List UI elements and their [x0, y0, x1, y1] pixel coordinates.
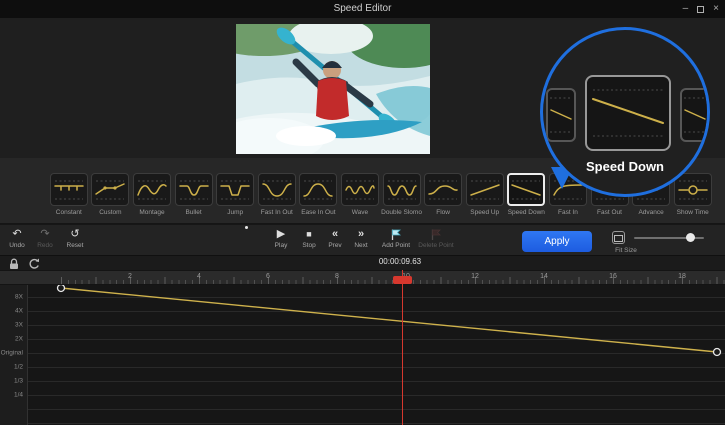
preset-speed-up[interactable]: Speed Up — [464, 173, 506, 216]
redo-button[interactable]: ↷ Redo — [32, 228, 58, 249]
preset-label: Jump — [227, 209, 243, 216]
preview-image — [236, 24, 430, 154]
next-icon: » — [358, 228, 364, 241]
play-icon: ▶ — [277, 228, 285, 241]
curve-end-point[interactable] — [714, 349, 721, 356]
curve-wave-icon — [343, 177, 377, 203]
undo-button[interactable]: ↶ Undo — [4, 228, 30, 249]
preset-label: Bullet — [185, 209, 201, 216]
preset-label: Custom — [99, 209, 121, 216]
curve-flow-icon — [426, 177, 460, 203]
curve-constant-icon — [52, 177, 86, 203]
curve-speed-down-icon — [509, 177, 543, 203]
playhead-line[interactable] — [402, 270, 403, 425]
preset-custom[interactable]: Custom — [90, 173, 132, 216]
delete-point-button[interactable]: Delete Point — [414, 228, 458, 249]
next-button[interactable]: » Next — [348, 228, 374, 249]
add-point-flag-icon — [390, 228, 402, 241]
ruler-tick: 8 — [335, 273, 339, 280]
close-icon[interactable]: × — [713, 0, 719, 18]
ruler-tick: 6 — [266, 273, 270, 280]
preset-label: Fast In — [558, 209, 578, 216]
reset-button[interactable]: ↺ Reset — [60, 228, 90, 249]
preset-label: Wave — [352, 209, 368, 216]
ruler-tick: 4 — [197, 273, 201, 280]
stop-button[interactable]: ■ Stop — [296, 228, 322, 249]
minimize-icon[interactable]: – — [683, 0, 689, 18]
ruler-tick: 2 — [128, 273, 132, 280]
curve-thumb-icon — [548, 90, 574, 140]
curve-double-slomo-icon — [385, 177, 419, 203]
callout-label: Speed Down — [543, 159, 707, 174]
window-title: Speed Editor — [334, 3, 392, 14]
preset-ease-in-out[interactable]: Ease In Out — [298, 173, 340, 216]
preset-label: Flow — [436, 209, 450, 216]
playhead-handle[interactable] — [393, 276, 412, 284]
curve-speed-down-large-icon — [587, 77, 669, 149]
preset-fast-in-out[interactable]: Fast In Out — [256, 173, 298, 216]
speed-curve[interactable] — [0, 285, 725, 425]
curve-custom-icon — [93, 177, 127, 203]
curve-show-time-icon — [676, 177, 710, 203]
preset-jump[interactable]: Jump — [214, 173, 256, 216]
preset-show-time[interactable]: Show Time — [672, 173, 714, 216]
stop-icon: ■ — [306, 228, 311, 241]
preset-speed-down[interactable]: Speed Down — [506, 173, 548, 216]
fit-size-icon[interactable] — [612, 231, 625, 244]
prev-button[interactable]: « Prev — [322, 228, 348, 249]
fit-size-label: Fit Size — [598, 247, 654, 254]
callout-thumb-left — [546, 88, 576, 142]
preset-label: Speed Up — [470, 209, 499, 216]
prev-icon: « — [332, 228, 338, 241]
preset-label: Advance — [638, 209, 663, 216]
undo-icon: ↶ — [12, 228, 21, 241]
redo-icon: ↷ — [40, 228, 49, 241]
preset-constant[interactable]: Constant — [48, 173, 90, 216]
delete-point-flag-icon — [430, 228, 442, 241]
add-point-button[interactable]: Add Point — [378, 228, 414, 249]
preset-label: Ease In Out — [301, 209, 335, 216]
curve-jump-icon — [218, 177, 252, 203]
speed-editor-window: Speed Editor – × — [0, 0, 725, 425]
preset-label: Double Slomo — [381, 209, 422, 216]
timeline-ruler[interactable]: 2 4 6 8 10 12 14 16 18 — [0, 270, 725, 285]
reset-icon: ↺ — [70, 228, 79, 241]
preset-label: Constant — [56, 209, 82, 216]
preset-bullet[interactable]: Bullet — [173, 173, 215, 216]
callout-thumb-main — [585, 75, 671, 151]
curve-montage-icon — [135, 177, 169, 203]
curve-ease-in-out-icon — [301, 177, 335, 203]
speed-graph[interactable]: 8X 4X 3X 2X Original 1/2 1/3 1/4 — [0, 285, 725, 425]
titlebar: Speed Editor – × — [0, 0, 725, 18]
preset-double-slomo[interactable]: Double Slomo — [381, 173, 423, 216]
curve-thumb-icon — [682, 90, 708, 140]
play-button[interactable]: ▶ Play — [268, 228, 294, 249]
callout-thumb-right — [680, 88, 710, 142]
apply-button[interactable]: Apply — [522, 231, 592, 252]
preset-label: Speed Down — [508, 209, 545, 216]
preset-montage[interactable]: Montage — [131, 173, 173, 216]
preset-label: Fast In Out — [261, 209, 293, 216]
ruler-tick: 16 — [609, 273, 617, 280]
ruler-tick: 12 — [471, 273, 479, 280]
preset-flow[interactable]: Flow — [422, 173, 464, 216]
curve-speed-up-icon — [468, 177, 502, 203]
fit-size-slider-knob[interactable] — [686, 233, 695, 242]
curve-fast-in-out-icon — [260, 177, 294, 203]
speed-down-callout: Speed Down — [540, 27, 710, 197]
preset-label: Montage — [139, 209, 164, 216]
maximize-icon[interactable] — [697, 6, 704, 13]
preset-label: Show Time — [677, 209, 709, 216]
video-preview — [236, 24, 430, 154]
preset-pager-dot[interactable] — [245, 226, 248, 229]
preset-label: Fast Out — [597, 209, 622, 216]
curve-bullet-icon — [177, 177, 211, 203]
ruler-tick: 18 — [678, 273, 686, 280]
preset-wave[interactable]: Wave — [339, 173, 381, 216]
timecode: 00:00:09.63 — [360, 257, 440, 266]
curve-start-point[interactable] — [58, 285, 65, 292]
ruler-tick: 14 — [540, 273, 548, 280]
